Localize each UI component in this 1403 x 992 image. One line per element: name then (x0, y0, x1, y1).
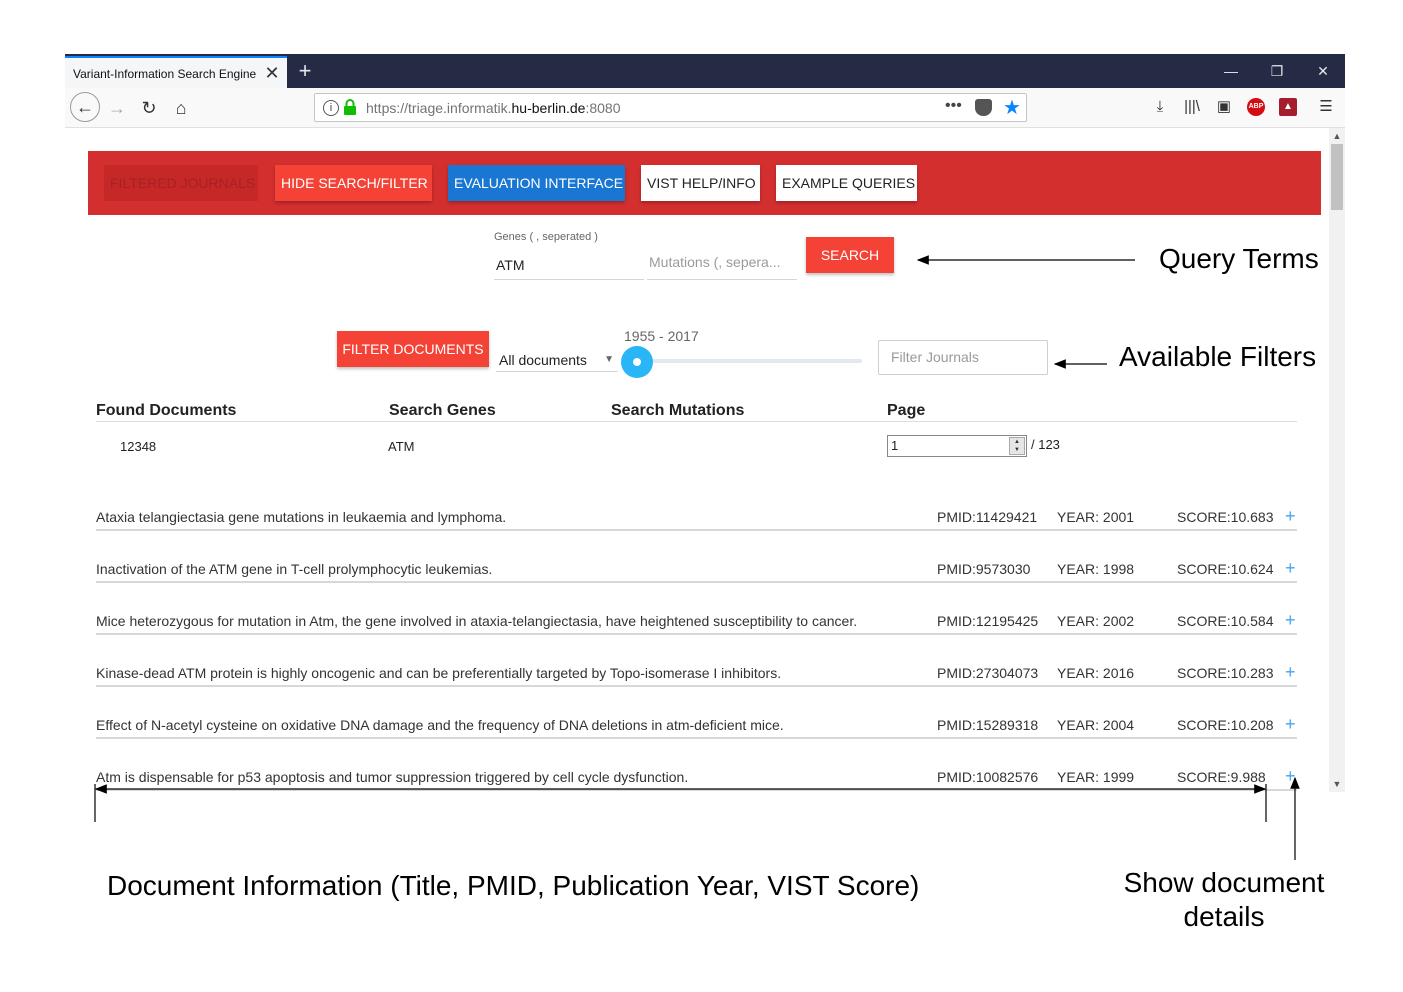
document-info-annotation: Document Information (Title, PMID, Publi… (107, 870, 920, 901)
show-details-line-1: Show document (1123, 867, 1325, 898)
show-details-line-2: details (1183, 901, 1265, 932)
query-terms-annotation: Query Terms (1159, 243, 1319, 274)
available-filters-annotation: Available Filters (1119, 341, 1317, 372)
annotation-arrows (94, 255, 1300, 860)
show-details-annotation: Show document details (1104, 866, 1344, 934)
